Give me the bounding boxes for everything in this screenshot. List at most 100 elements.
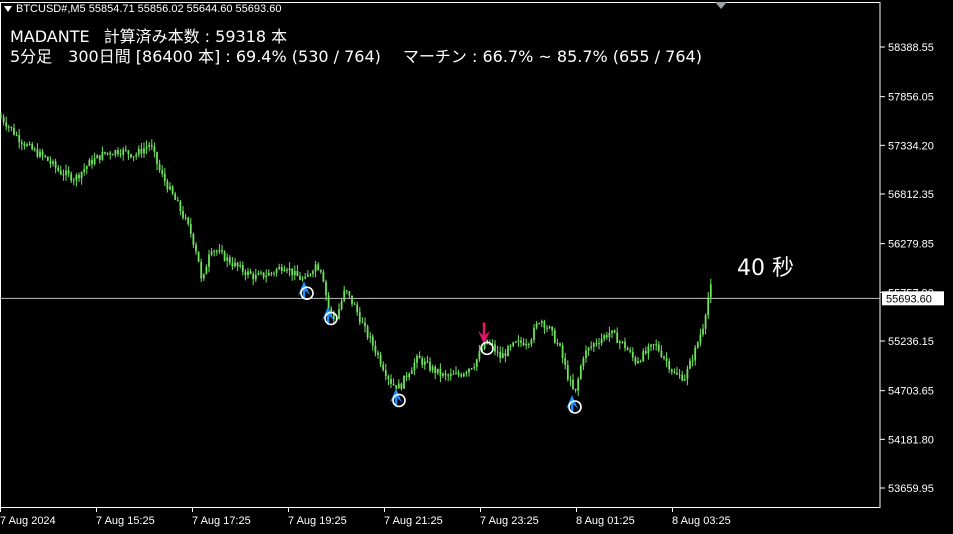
candle-body [153,146,156,153]
candle-body [166,181,169,190]
candle-body [569,379,572,381]
x-tick-label: 7 Aug 23:25 [480,515,539,527]
candle-body [353,303,356,305]
y-tick-label: 54181.80 [888,434,934,446]
candle-body [585,350,587,359]
candle-body [439,368,442,376]
candle-body [426,361,429,363]
candle-body [317,264,320,271]
price-chart[interactable]: 58388.55 57856.05 57334.20 56812.35 56279.85… [0,0,953,534]
candle-body [117,150,119,155]
candle-body [587,347,590,351]
candle-body [88,159,91,167]
candle-body [20,142,23,145]
candle-body [457,372,460,375]
candle-body [163,173,166,182]
chevron-down-icon[interactable] [4,6,12,13]
candle-body [340,300,343,310]
candle-body [631,351,634,358]
candle-body [5,122,8,127]
candle-body [96,155,99,159]
x-tick-label: 8 Aug 01:25 [576,515,635,527]
candle-body [114,150,117,155]
candle-body [543,321,546,328]
candle-body [572,379,574,389]
candle-body [540,321,543,324]
candle-body [689,360,691,369]
candle-body [273,272,275,274]
candle-body [374,345,377,353]
candle-body [325,281,327,296]
candle-body [65,170,67,176]
candle-body [148,145,151,147]
candle-body [145,146,148,149]
candle-body [156,152,158,164]
candle-body [691,360,694,362]
candle-body [49,160,52,164]
candle-body [579,366,582,379]
candle-body [522,342,525,346]
candle-body [80,171,83,179]
candle-body [668,360,671,370]
candle-body [221,250,223,252]
candle-body [405,375,408,378]
candle-body [299,276,301,280]
candle-body [67,170,70,174]
candle-body [390,378,392,384]
candle-body [291,268,294,276]
candle-body [423,361,426,365]
candle-body [512,342,515,346]
scroll-marker-icon[interactable] [715,2,727,9]
candle-body [283,269,286,272]
candle-body [293,270,296,276]
candle-body [616,332,619,344]
candle-body [551,326,554,331]
candle-body [613,330,616,333]
candle-body [111,154,114,156]
candle-body [182,210,184,218]
candle-body [169,186,171,190]
candle-body [15,134,18,136]
candle-body [611,330,613,333]
candle-body [434,366,437,374]
candle-body [670,369,673,372]
candle-body [215,250,218,252]
candle-body [639,360,642,362]
candle-body [681,374,684,381]
candle-body [286,269,288,271]
candle-body [91,159,93,165]
candle-body [507,346,509,357]
candle-body [262,272,265,278]
candle-body [78,174,80,179]
y-tick-label: 56812.35 [888,189,934,201]
candle-body [267,272,270,276]
candle-body [275,269,278,273]
candle-body [187,217,190,224]
candle-body [143,148,145,154]
candle-body [504,353,507,357]
candle-body [436,368,439,374]
candle-body [431,366,434,371]
candle-body [535,323,538,328]
candle-body [455,372,457,374]
candle-body [704,315,707,329]
y-tick-label: 56279.85 [888,239,934,251]
period-label: 5分足 300日間 [86400 本] : [10,47,231,66]
candle-body [655,344,658,346]
candle-body [218,250,221,252]
candle-body [254,274,257,280]
candle-body [608,332,611,338]
candle-body [366,326,369,338]
candle-body [23,144,26,146]
candle-body [137,148,140,155]
candle-body [447,375,450,377]
candle-body [2,117,5,123]
candle-body [70,173,73,181]
candle-body [694,347,697,361]
candle-body [239,265,242,267]
candle-body [496,351,499,353]
candle-body [382,364,385,371]
candle-body [197,251,200,262]
candle-body [392,383,395,386]
candle-body [356,304,359,313]
